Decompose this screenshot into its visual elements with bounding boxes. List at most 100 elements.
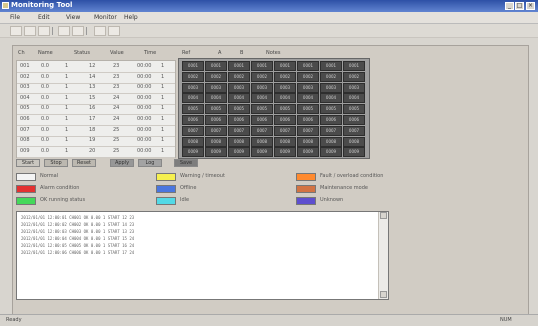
value-cell[interactable]: 0002 <box>251 71 273 82</box>
value-cell[interactable]: 0008 <box>251 136 273 147</box>
value-cell[interactable]: 0004 <box>320 93 342 104</box>
value-cell[interactable]: 0006 <box>205 115 227 125</box>
value-cell[interactable]: 0002 <box>320 71 342 82</box>
menu-file[interactable]: File <box>10 14 20 21</box>
value-cell[interactable]: 0003 <box>251 82 273 93</box>
table-row[interactable]: 0005 0005 0005 0005 0005 0005 0005 0005 <box>179 103 369 115</box>
minimize-button[interactable]: _ <box>505 2 514 10</box>
value-cell[interactable]: 0008 <box>343 136 365 147</box>
value-cell[interactable]: 0006 <box>297 115 319 125</box>
value-cell[interactable]: 0004 <box>228 93 250 104</box>
event-log[interactable]: 2012/01/01 12:00:01 CH001 OK 0.00 1 STAR… <box>16 211 389 300</box>
log-button[interactable]: Log <box>138 159 162 167</box>
value-cell[interactable]: 0006 <box>182 115 204 125</box>
value-cell[interactable]: 0001 <box>320 61 342 71</box>
value-cell[interactable]: 0004 <box>274 93 296 104</box>
value-cell[interactable]: 0002 <box>182 71 204 82</box>
value-cell[interactable]: 0002 <box>297 71 319 82</box>
table-row[interactable]: 0006 0006 0006 0006 0006 0006 0006 0006 <box>179 114 369 125</box>
start-button[interactable]: Start <box>16 159 40 167</box>
value-cell[interactable]: 0001 <box>228 61 250 71</box>
value-cell[interactable]: 0004 <box>251 93 273 104</box>
value-cell[interactable]: 0006 <box>320 115 342 125</box>
value-cell[interactable]: 0009 <box>182 147 204 158</box>
value-cell[interactable]: 0009 <box>205 147 227 158</box>
value-cell[interactable]: 0007 <box>343 125 365 136</box>
value-cell[interactable]: 0005 <box>205 104 227 115</box>
table-row[interactable]: 0009 0009 0009 0009 0009 0009 0009 0009 <box>179 146 369 158</box>
value-cell[interactable]: 0004 <box>182 93 204 104</box>
apply-button[interactable]: Apply <box>110 159 134 167</box>
value-cell[interactable]: 0007 <box>228 125 250 136</box>
value-cell[interactable]: 0001 <box>205 61 227 71</box>
save-icon[interactable] <box>38 26 50 36</box>
value-cell[interactable]: 0009 <box>228 147 250 158</box>
value-cell[interactable]: 0005 <box>297 104 319 115</box>
table-row[interactable]: 0001 0001 0001 0001 0001 0001 0001 0001 <box>179 60 369 71</box>
value-cell[interactable]: 0009 <box>251 147 273 158</box>
value-cell[interactable]: 0003 <box>343 82 365 93</box>
value-cell[interactable]: 0007 <box>182 125 204 136</box>
table-row[interactable]: 0003 0003 0003 0003 0003 0003 0003 0003 <box>179 82 369 93</box>
value-cell[interactable]: 0006 <box>251 115 273 125</box>
value-cell[interactable]: 0002 <box>205 71 227 82</box>
value-cell[interactable]: 0005 <box>320 104 342 115</box>
value-cell[interactable]: 0005 <box>251 104 273 115</box>
menu-help[interactable]: Help <box>124 14 138 21</box>
help-icon[interactable] <box>108 26 120 36</box>
table-row[interactable]: 0007 0007 0007 0007 0007 0007 0007 0007 <box>179 125 369 136</box>
value-cell[interactable]: 0007 <box>297 125 319 136</box>
value-cell[interactable]: 0009 <box>274 147 296 158</box>
value-cell[interactable]: 0004 <box>205 93 227 104</box>
value-cell[interactable]: 0008 <box>274 136 296 147</box>
value-cell[interactable]: 0002 <box>228 71 250 82</box>
value-cell[interactable]: 0008 <box>320 136 342 147</box>
settings-icon[interactable] <box>94 26 106 36</box>
menu-view[interactable]: View <box>66 14 80 21</box>
menu-monitor[interactable]: Monitor <box>94 14 117 21</box>
value-cell[interactable]: 0009 <box>343 147 365 158</box>
value-cell[interactable]: 0001 <box>297 61 319 71</box>
value-cell[interactable]: 0002 <box>274 71 296 82</box>
stop-icon[interactable] <box>72 26 84 36</box>
value-cell[interactable]: 0005 <box>343 104 365 115</box>
value-cell[interactable]: 0005 <box>228 104 250 115</box>
maximize-button[interactable]: □ <box>515 2 524 10</box>
value-cell[interactable]: 0005 <box>182 104 204 115</box>
value-cell[interactable]: 0008 <box>228 136 250 147</box>
value-cell[interactable]: 0003 <box>228 82 250 93</box>
table-row[interactable]: 0008 0008 0008 0008 0008 0008 0008 0008 <box>179 136 369 147</box>
value-cell[interactable]: 0003 <box>182 82 204 93</box>
value-cell[interactable]: 0007 <box>320 125 342 136</box>
value-cell[interactable]: 0009 <box>320 147 342 158</box>
open-icon[interactable] <box>24 26 36 36</box>
value-cell[interactable]: 0002 <box>343 71 365 82</box>
log-scrollbar[interactable] <box>378 212 388 299</box>
table-row[interactable]: 009 0.0 1 20 25 00:00 1 <box>17 146 175 158</box>
value-cell[interactable]: 0001 <box>182 61 204 71</box>
value-cell[interactable]: 0003 <box>274 82 296 93</box>
value-cell[interactable]: 0007 <box>274 125 296 136</box>
value-cell[interactable]: 0006 <box>274 115 296 125</box>
value-cell[interactable]: 0009 <box>297 147 319 158</box>
save-button[interactable]: Save <box>174 159 198 167</box>
value-cell[interactable]: 0003 <box>297 82 319 93</box>
value-cell[interactable]: 0006 <box>228 115 250 125</box>
new-icon[interactable] <box>10 26 22 36</box>
reset-button[interactable]: Reset <box>72 159 96 167</box>
value-cell[interactable]: 0001 <box>343 61 365 71</box>
value-cell[interactable]: 0008 <box>297 136 319 147</box>
scroll-up-icon[interactable] <box>380 212 387 219</box>
value-cell[interactable]: 0003 <box>205 82 227 93</box>
menu-edit[interactable]: Edit <box>38 14 50 21</box>
table-row[interactable]: 0002 0002 0002 0002 0002 0002 0002 0002 <box>179 71 369 82</box>
run-icon[interactable] <box>58 26 70 36</box>
scroll-down-icon[interactable] <box>380 291 387 298</box>
close-button[interactable]: × <box>526 2 535 10</box>
value-cell[interactable]: 0008 <box>205 136 227 147</box>
value-cell[interactable]: 0006 <box>343 115 365 125</box>
value-cell[interactable]: 0007 <box>205 125 227 136</box>
value-cell[interactable]: 0001 <box>251 61 273 71</box>
table-row[interactable]: 0004 0004 0004 0004 0004 0004 0004 0004 <box>179 92 369 104</box>
value-cell[interactable]: 0001 <box>274 61 296 71</box>
